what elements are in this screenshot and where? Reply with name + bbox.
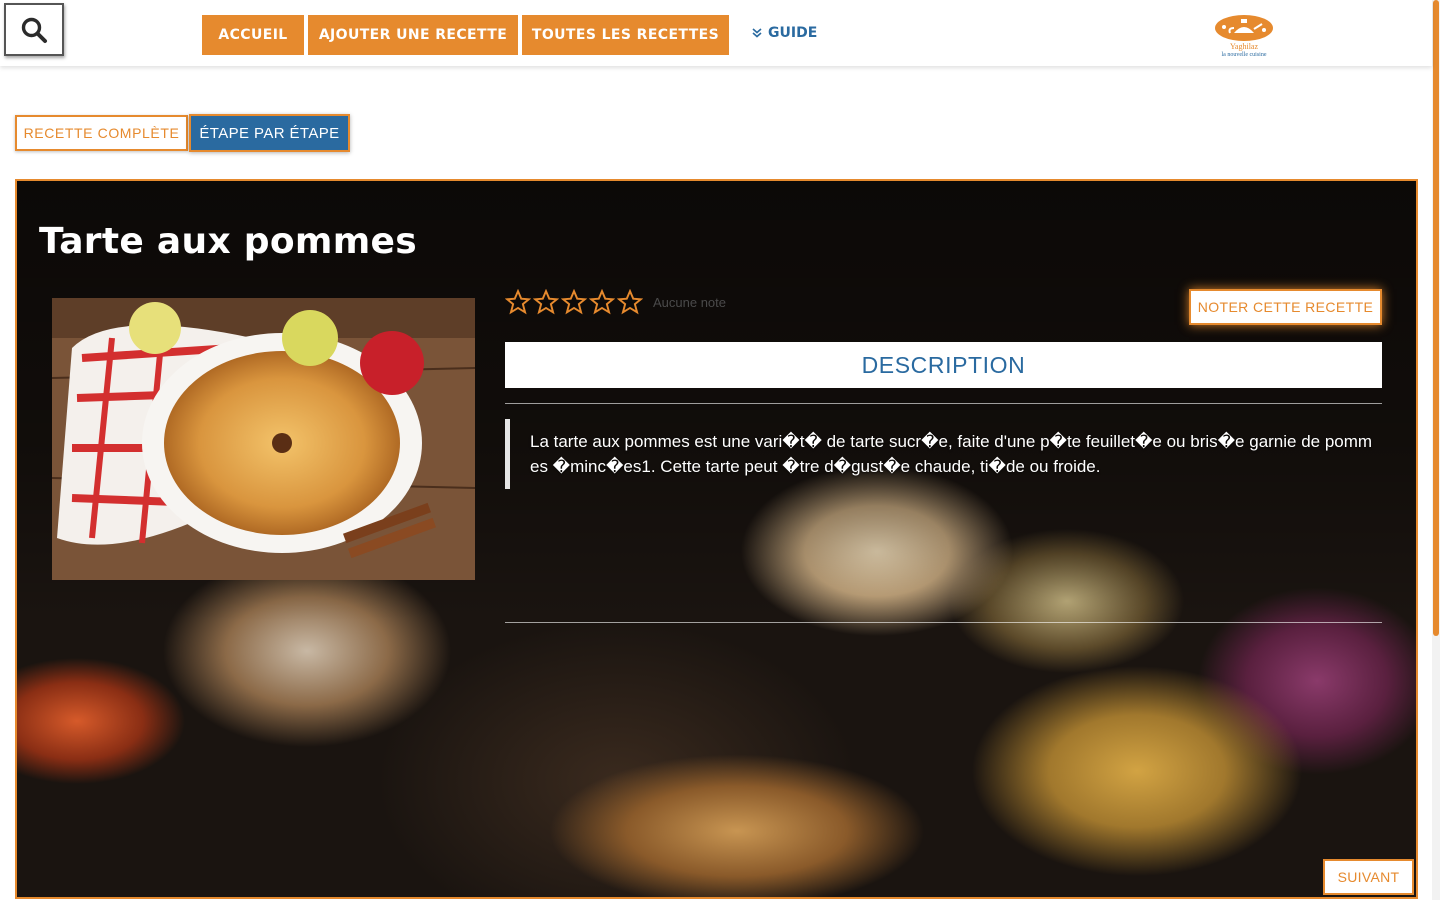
star-empty-icon[interactable] <box>561 289 587 315</box>
star-empty-icon[interactable] <box>505 289 531 315</box>
divider <box>505 403 1382 404</box>
teapot-logo-icon <box>1215 15 1273 41</box>
top-navbar: Accueil Ajouter une recette Toutes les r… <box>0 0 1432 66</box>
recipe-hero-panel: Tarte aux pommes Aucune note NOTER CETTE… <box>15 179 1418 899</box>
search-icon <box>21 17 47 43</box>
star-empty-icon[interactable] <box>617 289 643 315</box>
description-heading: Description <box>505 342 1382 388</box>
star-empty-icon[interactable] <box>533 289 559 315</box>
nav-add-recipe-button[interactable]: Ajouter une recette <box>308 15 518 55</box>
nav-guide-label: Guide <box>768 25 818 41</box>
description-block: La tarte aux pommes est une vari�t� de t… <box>505 419 1375 489</box>
logo-name: Yaghilaz <box>1229 42 1259 51</box>
recipe-rating: Aucune note <box>505 288 726 316</box>
rating-label: Aucune note <box>653 294 727 310</box>
tab-full-recipe[interactable]: Recette complète <box>15 115 188 151</box>
rate-recipe-button[interactable]: Noter cette recette <box>1189 289 1382 325</box>
tab-step-by-step[interactable]: Étape par étape <box>189 114 350 152</box>
recipe-photo <box>52 298 475 580</box>
nav-guide-dropdown[interactable]: Guide <box>752 24 817 42</box>
star-empty-icon[interactable] <box>589 289 615 315</box>
site-logo[interactable]: Yaghilaz la nouvelle cuisine <box>1212 12 1276 64</box>
page-scrollbar[interactable] <box>1432 0 1440 900</box>
recipe-title: Tarte aux pommes <box>39 221 417 262</box>
scrollbar-thumb[interactable] <box>1433 0 1439 636</box>
chevron-double-down-icon <box>752 28 762 38</box>
nav-all-recipes-button[interactable]: Toutes les recettes <box>522 15 729 55</box>
nav-accueil-button[interactable]: Accueil <box>202 15 304 55</box>
logo-tagline: la nouvelle cuisine <box>1221 52 1267 58</box>
search-button[interactable] <box>4 3 64 56</box>
divider <box>505 622 1382 623</box>
next-step-button[interactable]: Suivant <box>1323 859 1414 895</box>
description-text: La tarte aux pommes est une vari�t� de t… <box>530 432 1373 476</box>
